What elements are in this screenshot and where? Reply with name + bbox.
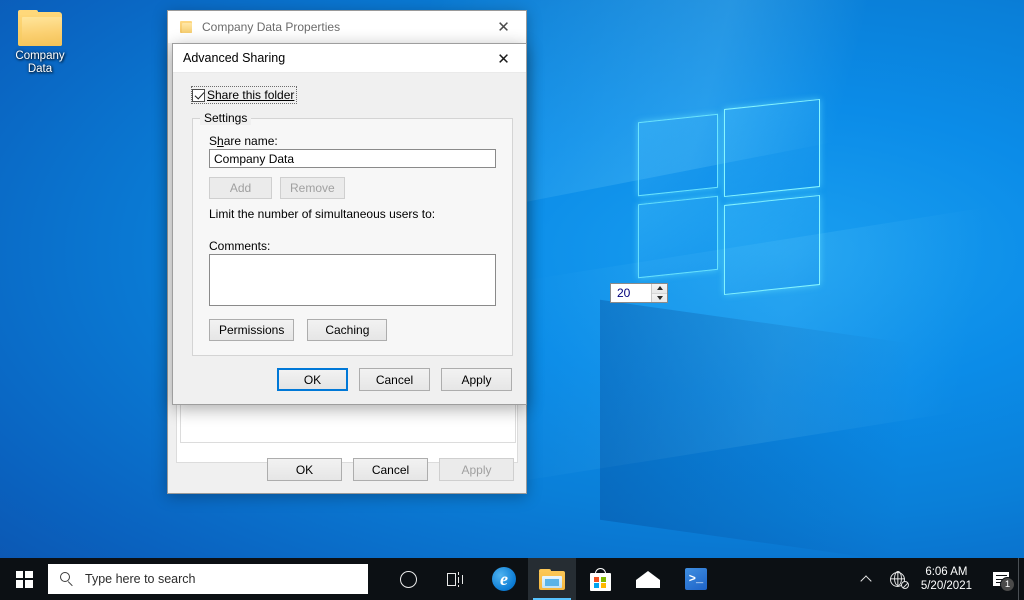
properties-partial-group-box (180, 405, 516, 443)
add-remove-button-row: Add Remove (209, 177, 345, 199)
share-this-folder-checkbox-row[interactable]: Share this folder (190, 86, 298, 104)
limit-users-value[interactable]: 20 (611, 284, 651, 302)
close-icon[interactable]: ✕ (481, 11, 526, 43)
advanced-sharing-cancel-button[interactable]: Cancel (359, 368, 430, 391)
folder-icon (18, 10, 62, 46)
close-icon[interactable]: ✕ (481, 44, 526, 73)
comments-label: Comments: (209, 239, 271, 253)
spinner-down-icon[interactable] (652, 293, 667, 302)
caching-button[interactable]: Caching (307, 319, 388, 341)
search-input[interactable]: Type here to search (48, 564, 368, 594)
advanced-sharing-dialog[interactable]: Advanced Sharing ✕ Share this folder Set… (172, 43, 668, 405)
clock-date: 5/20/2021 (920, 580, 972, 592)
settings-group-legend: Settings (200, 111, 252, 125)
advanced-sharing-title: Advanced Sharing (183, 51, 286, 65)
remove-button: Remove (280, 177, 345, 199)
desktop[interactable]: Company Data Company Data Properties ✕ O… (0, 0, 1024, 600)
action-center-button[interactable]: 1 (984, 558, 1018, 600)
permissions-button[interactable]: Permissions (209, 319, 295, 341)
share-name-input[interactable] (209, 149, 496, 168)
microsoft-store-icon[interactable] (576, 558, 624, 600)
folder-icon (178, 19, 194, 35)
properties-apply-button: Apply (439, 458, 514, 481)
show-hidden-icons-button[interactable] (851, 558, 881, 600)
wallpaper-windows-logo (636, 96, 826, 296)
share-this-folder-label: Share this folder (207, 88, 295, 102)
advanced-sharing-body: Share this folder Settings Share name: A… (173, 73, 668, 404)
clock[interactable]: 6:06 AM 5/20/2021 (915, 558, 984, 600)
microsoft-edge-icon[interactable]: e (480, 558, 528, 600)
desktop-icon-label: Company Data (15, 50, 65, 75)
share-name-label: Share name: (209, 134, 278, 148)
share-this-folder-checkbox[interactable] (192, 88, 205, 102)
comments-textarea[interactable] (209, 254, 496, 306)
show-desktop-button[interactable] (1018, 558, 1024, 600)
advanced-sharing-apply-button[interactable]: Apply (441, 368, 512, 391)
permissions-caching-row: Permissions Caching (209, 319, 388, 341)
properties-cancel-button[interactable]: Cancel (353, 458, 428, 481)
wallpaper-shadow-beam (600, 299, 1024, 581)
limit-users-label: Limit the number of simultaneous users t… (209, 207, 436, 221)
start-button[interactable] (0, 558, 48, 600)
taskbar: Type here to search e >_ 6:06 AM 5/20/20… (0, 558, 1024, 600)
notification-count-badge: 1 (1000, 577, 1015, 592)
search-icon (60, 571, 75, 587)
system-tray: 6:06 AM 5/20/2021 1 (851, 558, 1024, 600)
search-placeholder: Type here to search (85, 572, 196, 586)
clock-time: 6:06 AM (925, 566, 968, 578)
properties-button-row: OK Cancel Apply (267, 458, 514, 481)
task-view-icon[interactable] (432, 558, 480, 600)
limit-users-spinner[interactable]: 20 (610, 283, 668, 303)
file-explorer-icon[interactable] (528, 558, 576, 600)
share-name-label-rest: are name: (223, 134, 278, 148)
advanced-sharing-button-row: OK Cancel Apply (173, 368, 512, 391)
powershell-icon[interactable]: >_ (672, 558, 720, 600)
advanced-sharing-ok-button[interactable]: OK (277, 368, 348, 391)
cortana-icon[interactable] (384, 558, 432, 600)
properties-window-title: Company Data Properties (202, 20, 341, 34)
chevron-up-icon (860, 575, 872, 587)
windows-logo-icon (15, 570, 33, 588)
add-button: Add (209, 177, 272, 199)
advanced-sharing-title-bar[interactable]: Advanced Sharing ✕ (173, 44, 526, 73)
spinner-up-icon[interactable] (652, 284, 667, 294)
properties-ok-button[interactable]: OK (267, 458, 342, 481)
network-no-internet-icon[interactable] (881, 558, 915, 600)
desktop-icon-company-data[interactable]: Company Data (6, 10, 74, 76)
properties-title-bar[interactable]: Company Data Properties ✕ (168, 11, 526, 43)
spinner-arrows[interactable] (651, 284, 667, 302)
mail-icon[interactable] (624, 558, 672, 600)
